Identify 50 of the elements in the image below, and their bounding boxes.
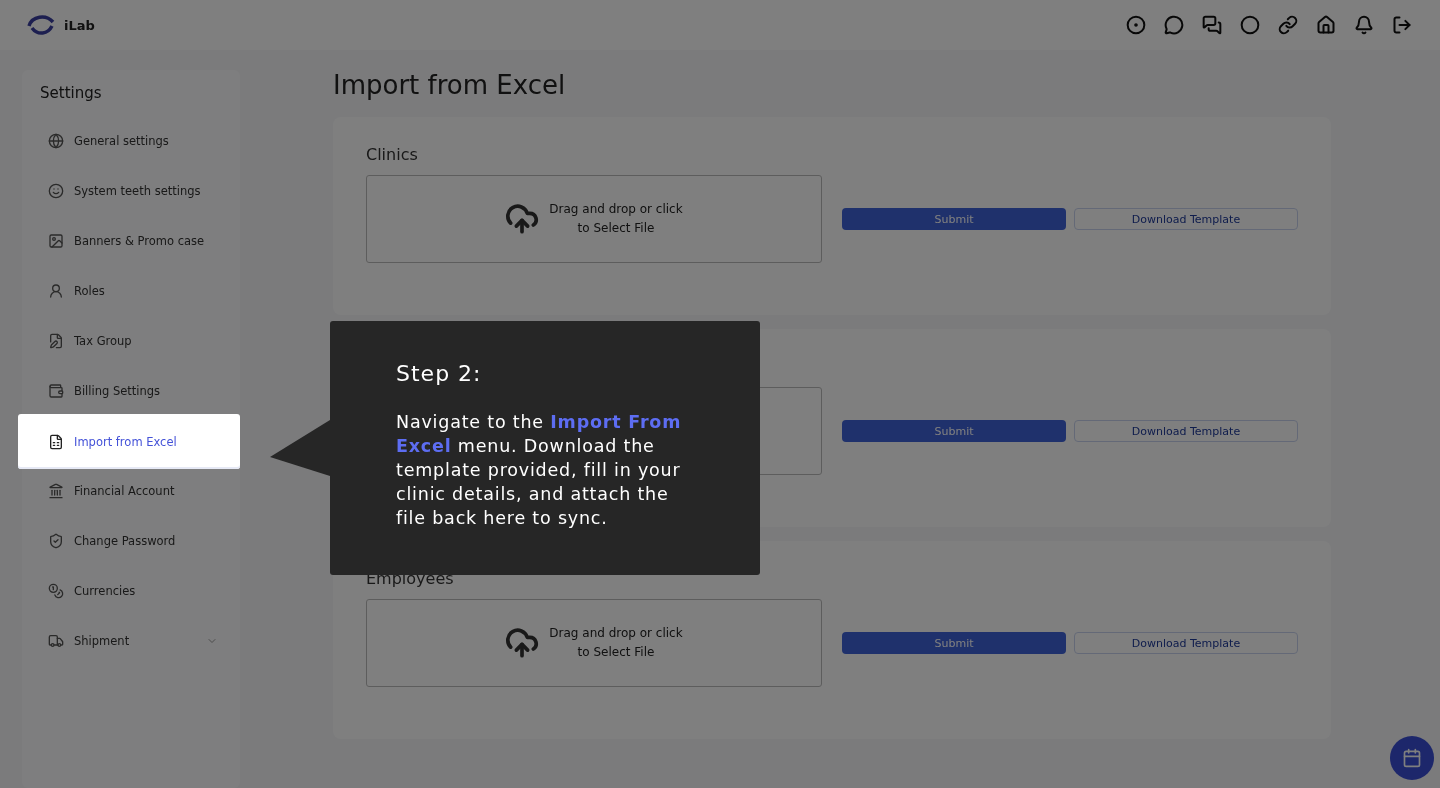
submit-button[interactable]: Submit — [842, 420, 1066, 442]
bank-icon — [48, 483, 64, 499]
cloud-upload-icon — [505, 626, 540, 660]
wallet-icon — [48, 383, 64, 399]
sidebar-title: Settings — [39, 84, 103, 104]
sidebar-item[interactable]: Banners & Promo case — [22, 216, 240, 266]
link-icon[interactable] — [1278, 15, 1298, 35]
globe-icon — [48, 133, 64, 149]
messages-icon[interactable] — [1202, 15, 1222, 35]
home-icon[interactable] — [1316, 15, 1336, 35]
sidebar-item[interactable]: System teeth settings — [22, 166, 240, 216]
sidebar-item[interactable]: Tax Group — [22, 316, 240, 366]
sidebar-item[interactable]: Roles — [22, 266, 240, 316]
sidebar-item[interactable]: Shipment — [22, 616, 240, 666]
file-dropzone[interactable]: Drag and drop or click to Select File — [366, 175, 822, 263]
dropzone-text: Drag and drop or click to Select File — [549, 201, 683, 237]
section-title: Clinics — [366, 145, 419, 166]
tooltip-title: Step 2: — [396, 361, 483, 386]
file-dropzone[interactable]: Drag and drop or click to Select File — [366, 599, 822, 687]
edit-document-icon — [48, 333, 64, 349]
sidebar-item[interactable]: Financial Account — [22, 466, 240, 516]
bell-icon[interactable] — [1354, 15, 1374, 35]
circle-icon[interactable] — [1126, 15, 1146, 35]
sidebar-item[interactable]: Import from Excel — [18, 414, 240, 469]
shield-icon — [48, 533, 64, 549]
sidebar-item[interactable]: Change Password — [22, 516, 240, 566]
sidebar-item[interactable]: Billing Settings — [22, 366, 240, 416]
sidebar-item[interactable]: General settings — [22, 116, 240, 166]
logo-icon — [26, 14, 56, 36]
image-icon — [48, 233, 64, 249]
brand-name: iLab — [64, 17, 95, 33]
page-title: Import from Excel — [333, 69, 567, 102]
logout-icon[interactable] — [1392, 15, 1412, 35]
coins-icon — [48, 583, 64, 599]
submit-button[interactable]: Submit — [842, 208, 1066, 230]
calendar-icon — [1402, 748, 1422, 768]
sidebar-item[interactable]: Currencies — [22, 566, 240, 616]
user-icon — [48, 283, 64, 299]
floating-action-button[interactable] — [1390, 736, 1434, 780]
download-template-button[interactable]: Download Template — [1074, 208, 1298, 230]
download-template-button[interactable]: Download Template — [1074, 420, 1298, 442]
dropzone-text: Drag and drop or click to Select File — [549, 625, 683, 661]
chat-icon[interactable] — [1164, 15, 1184, 35]
tooltip-text: Navigate to the Import From Excel menu. Download the template provided, fill in your clinic details, and attach the file back here to sync. — [396, 411, 683, 530]
spreadsheet-icon — [48, 433, 64, 450]
section-title: Employees — [366, 569, 455, 590]
cloud-upload-icon — [505, 202, 540, 236]
truck-icon — [48, 633, 64, 649]
download-template-button[interactable]: Download Template — [1074, 632, 1298, 654]
submit-button[interactable]: Submit — [842, 632, 1066, 654]
